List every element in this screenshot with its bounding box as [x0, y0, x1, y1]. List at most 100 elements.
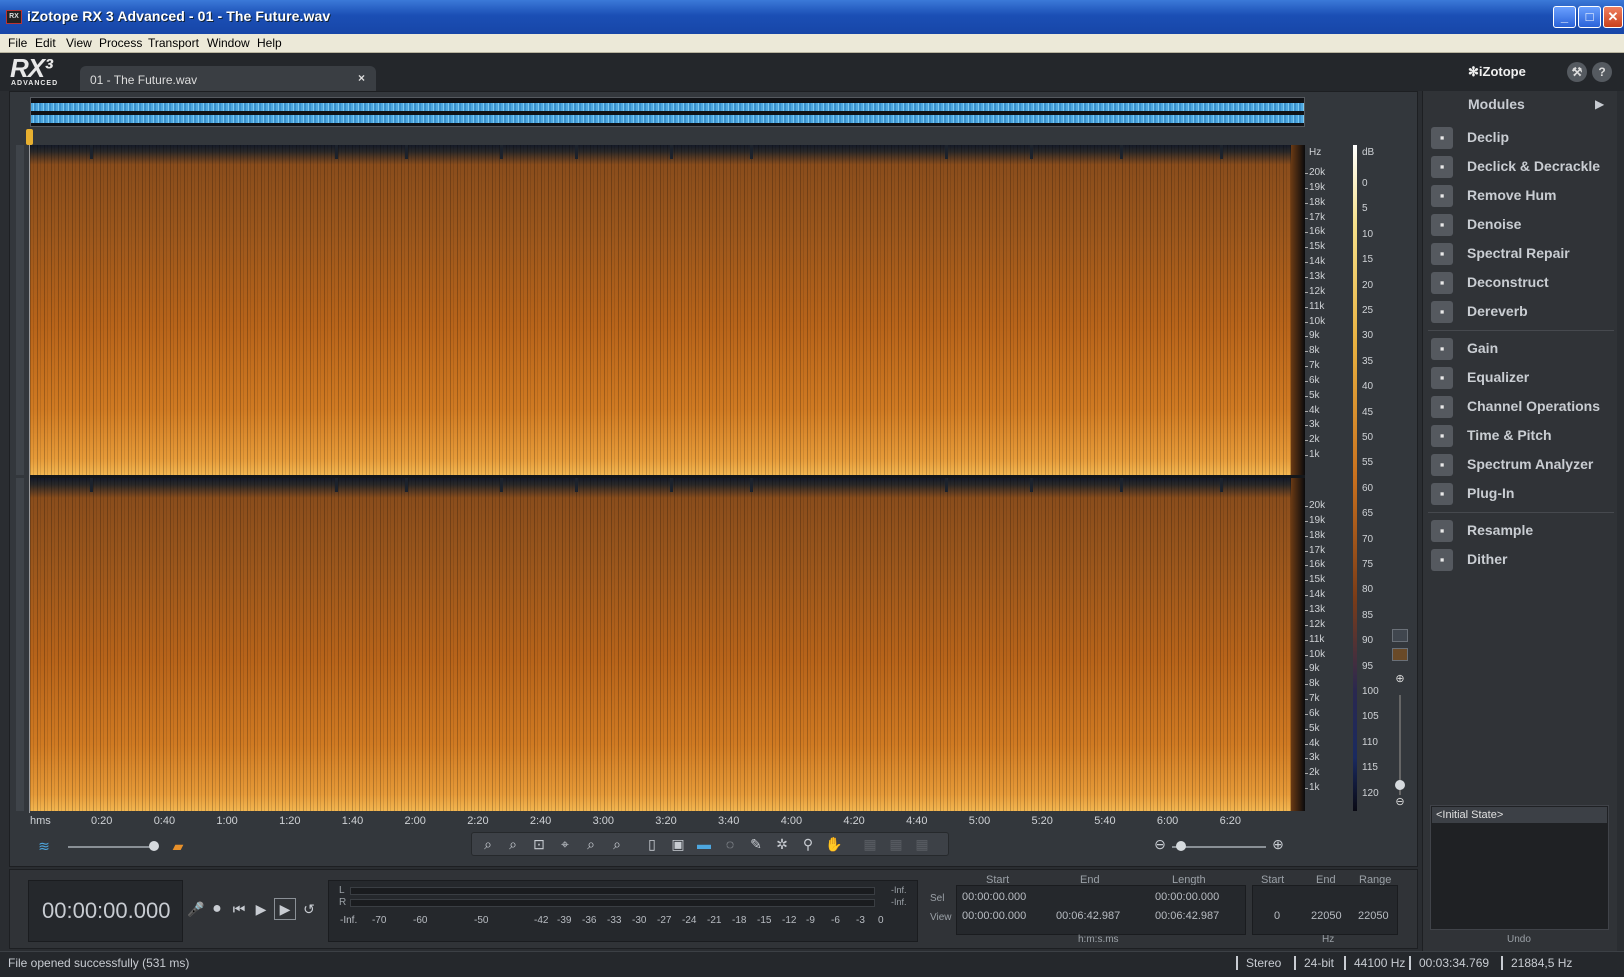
- module-remove-hum[interactable]: ▪ Remove Hum: [1431, 183, 1613, 209]
- horizontal-zoom-slider[interactable]: [1172, 846, 1266, 848]
- freq-select-icon[interactable]: ▣: [668, 834, 688, 854]
- spectrogram-view-icon[interactable]: [1392, 648, 1408, 661]
- db-label: 10: [1362, 228, 1374, 240]
- zoom-reset-icon[interactable]: ⌕: [607, 834, 627, 854]
- view-length-value[interactable]: 00:06:42.987: [1155, 910, 1219, 922]
- hz-end-value[interactable]: 22050: [1311, 910, 1342, 922]
- blend-slider-knob[interactable]: [149, 841, 159, 851]
- status-cursor-freq: 21884,5 Hz: [1501, 956, 1572, 970]
- module-denoise[interactable]: ▪ Denoise: [1431, 212, 1613, 238]
- close-tab-icon[interactable]: ×: [358, 71, 365, 85]
- vertical-zoom-knob[interactable]: [1395, 780, 1405, 790]
- db-label: 45: [1362, 406, 1374, 418]
- db-label: 40: [1362, 381, 1374, 393]
- module-dither[interactable]: ▪ Dither: [1431, 547, 1613, 573]
- zoom-selection-icon[interactable]: ⊡: [529, 834, 549, 854]
- module-plug-in[interactable]: ▪ Plug-In: [1431, 481, 1613, 507]
- spectrogram-channel-left[interactable]: [30, 145, 1305, 475]
- zoom-in-vertical-icon[interactable]: ⊕: [1394, 673, 1406, 685]
- time-label: 4:00: [780, 815, 803, 827]
- channel-strip-left[interactable]: [16, 145, 24, 475]
- zoom-fit-icon[interactable]: ⌕: [581, 834, 601, 854]
- module-resample[interactable]: ▪ Resample: [1431, 518, 1613, 544]
- module-spectral-repair[interactable]: ▪ Spectral Repair: [1431, 241, 1613, 267]
- meter-scale-label: -70: [372, 915, 387, 926]
- module-label: Gain: [1467, 340, 1499, 356]
- status-channels: Stereo: [1236, 956, 1281, 970]
- zoom-out-icon[interactable]: ⌕: [503, 834, 523, 854]
- module-deconstruct[interactable]: ▪ Deconstruct: [1431, 270, 1613, 296]
- hz-start-value[interactable]: 0: [1274, 910, 1280, 922]
- time-label: 5:40: [1094, 815, 1116, 827]
- hz-range-value[interactable]: 22050: [1358, 910, 1389, 922]
- zoom-out-vertical-icon[interactable]: ⊖: [1394, 796, 1406, 808]
- module-equalizer[interactable]: ▪ Equalizer: [1431, 365, 1613, 391]
- go-to-start-button[interactable]: ⏮: [230, 900, 248, 918]
- minimize-button[interactable]: _: [1553, 6, 1576, 28]
- record-button[interactable]: ●: [208, 900, 226, 918]
- blend-slider[interactable]: [68, 846, 156, 848]
- record-arm-icon[interactable]: 🎤: [187, 900, 205, 918]
- spectrogram-channel-right[interactable]: [30, 478, 1305, 811]
- waveform-overview[interactable]: [30, 97, 1305, 127]
- menu-window[interactable]: Window: [207, 36, 250, 50]
- waveform-spectrogram-blend-icon[interactable]: ≋: [34, 836, 54, 856]
- magic-wand-icon[interactable]: ✲: [772, 834, 792, 854]
- horizontal-zoom-knob[interactable]: [1176, 841, 1186, 851]
- menu-process[interactable]: Process: [99, 36, 142, 50]
- lasso-icon[interactable]: ◌: [720, 834, 740, 854]
- module-declip[interactable]: ▪ Declip: [1431, 125, 1613, 151]
- undo-panel-label: Undo: [1507, 934, 1531, 945]
- module-spectrum-analyzer[interactable]: ▪ Spectrum Analyzer: [1431, 452, 1613, 478]
- time-select-icon[interactable]: ▯: [642, 834, 662, 854]
- wrench-icon[interactable]: ⚒: [1567, 62, 1587, 82]
- meter-scale-label: -3: [856, 915, 865, 926]
- hand-icon[interactable]: ✋: [824, 834, 844, 854]
- help-button[interactable]: ?: [1592, 62, 1612, 82]
- module-declick-decrackle[interactable]: ▪ Declick & Decrackle: [1431, 154, 1613, 180]
- zoom-in-horizontal-icon[interactable]: ⊕: [1268, 834, 1288, 854]
- time-label: 1:40: [341, 815, 364, 827]
- module-channel-operations[interactable]: ▪ Channel Operations: [1431, 394, 1613, 420]
- brush-icon[interactable]: ✎: [746, 834, 766, 854]
- zoom-tool-icon[interactable]: ⚲: [798, 834, 818, 854]
- play-button[interactable]: ▶: [252, 900, 270, 918]
- declick-icon: ▪: [1431, 156, 1453, 178]
- undo-history: [1430, 805, 1609, 930]
- module-gain[interactable]: ▪ Gain: [1431, 336, 1613, 362]
- spectrogram-gap: [1030, 145, 1033, 159]
- time-freq-select-icon[interactable]: ▬: [694, 834, 714, 854]
- hz-label: 1k: [1309, 782, 1320, 794]
- hz-label: 3k: [1309, 752, 1320, 764]
- meter-channel-left: L: [339, 885, 345, 896]
- zoom-out-horizontal-icon[interactable]: ⊖: [1150, 834, 1170, 854]
- module-time-pitch[interactable]: ▪ Time & Pitch: [1431, 423, 1613, 449]
- view-end-value[interactable]: 00:06:42.987: [1056, 910, 1120, 922]
- menu-file[interactable]: File: [8, 36, 27, 50]
- freq-snap-icon: ▦: [889, 836, 903, 852]
- playhead-marker[interactable]: [26, 129, 33, 145]
- module-dereverb[interactable]: ▪ Dereverb: [1431, 299, 1613, 325]
- spectrogram-icon[interactable]: ▰: [168, 836, 188, 856]
- menu-view[interactable]: View: [66, 36, 92, 50]
- hz-label: 7k: [1309, 360, 1320, 372]
- modules-expand-icon[interactable]: ▶: [1595, 97, 1604, 111]
- close-window-button[interactable]: ✕: [1603, 6, 1623, 28]
- sel-length-value[interactable]: 00:00:00.000: [1155, 891, 1219, 903]
- zoom-all-icon[interactable]: ⌖: [555, 834, 575, 854]
- waveform-view-icon[interactable]: [1392, 629, 1408, 642]
- maximize-button[interactable]: □: [1578, 6, 1601, 28]
- hz-label: 2k: [1309, 767, 1320, 779]
- loop-button[interactable]: ↺: [300, 900, 318, 918]
- sel-start-value[interactable]: 00:00:00.000: [962, 891, 1026, 903]
- meter-scale-label: -42: [534, 915, 549, 926]
- menu-edit[interactable]: Edit: [35, 36, 56, 50]
- view-start-value[interactable]: 00:00:00.000: [962, 910, 1026, 922]
- channel-strip-right[interactable]: [16, 478, 24, 811]
- menu-transport[interactable]: Transport: [148, 36, 199, 50]
- zoom-in-icon[interactable]: ⌕: [478, 834, 498, 854]
- menu-help[interactable]: Help: [257, 36, 282, 50]
- hz-tick: [1305, 506, 1308, 507]
- spectrogram-gap: [500, 478, 503, 492]
- modules-header[interactable]: Modules: [1468, 96, 1525, 112]
